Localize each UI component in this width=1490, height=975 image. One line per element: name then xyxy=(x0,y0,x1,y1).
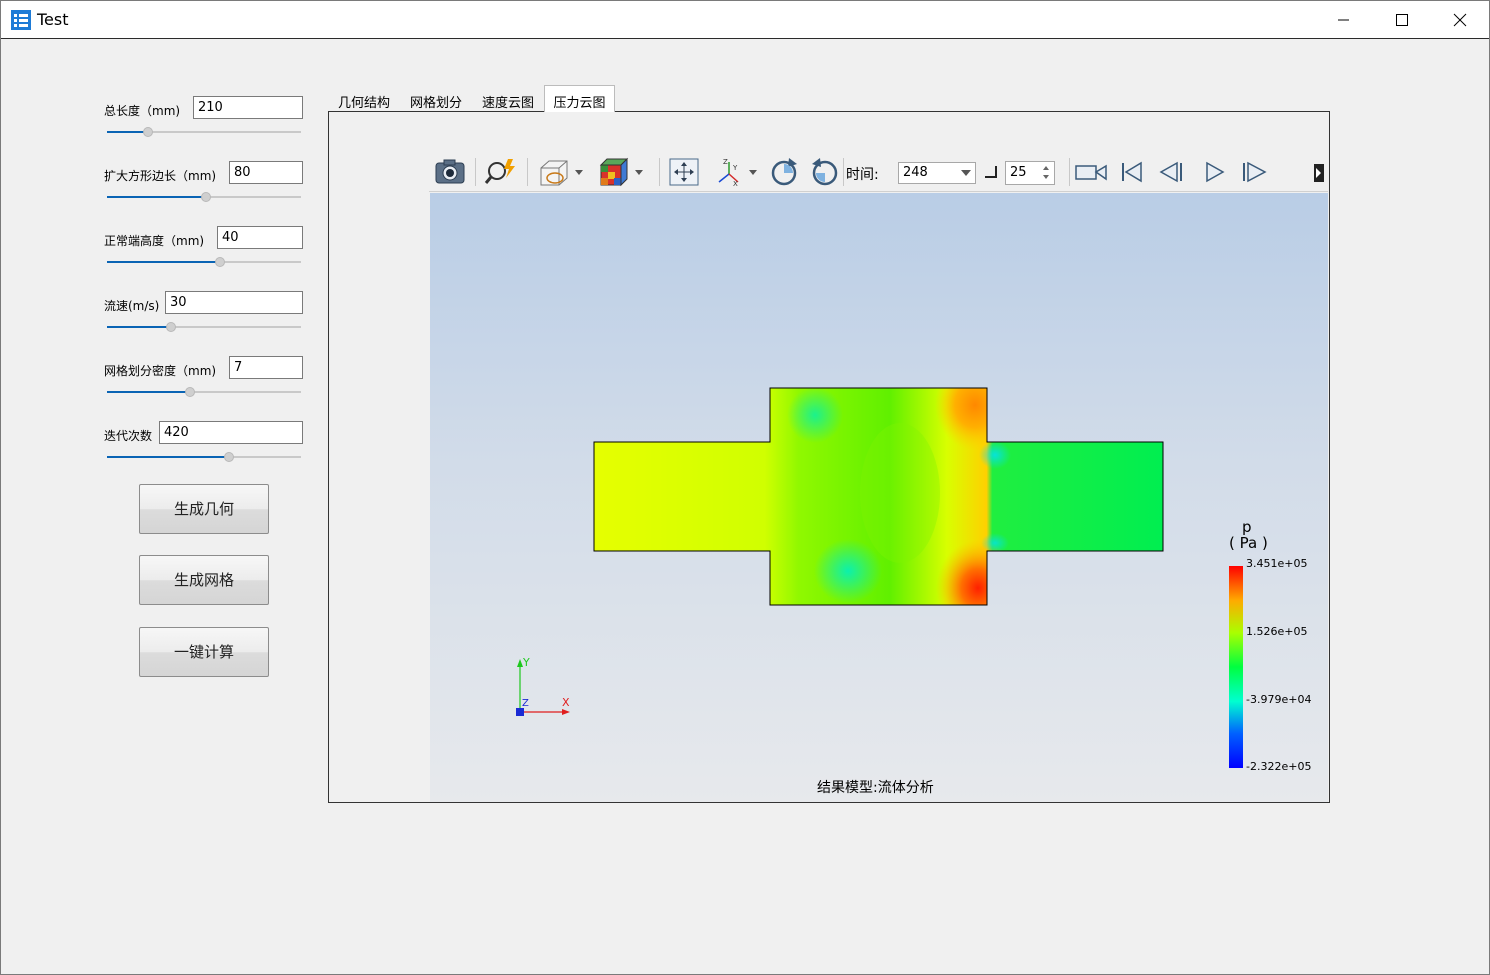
rotate-cw-icon[interactable] xyxy=(767,156,801,188)
camera-icon[interactable] xyxy=(433,156,467,188)
param-label-mesh-density: 网格划分密度（mm) xyxy=(104,364,217,378)
axis-y-label: Y xyxy=(522,656,530,669)
colorbar-tick-min: -2.322e+05 xyxy=(1246,760,1312,773)
minimize-button[interactable] xyxy=(1314,1,1372,39)
rotate-ccw-icon[interactable] xyxy=(808,156,842,188)
colorbar-var: p xyxy=(1242,518,1252,536)
iterations-input[interactable]: 420 xyxy=(159,421,303,444)
chevron-down-icon xyxy=(961,170,971,176)
toolbar-separator xyxy=(659,158,660,186)
app-window: Test 总长度（mm) 210 扩大方形边长（mm) 80 正常端高度（mm)… xyxy=(0,0,1490,975)
square-side-slider[interactable] xyxy=(107,191,301,203)
colorbar xyxy=(1229,566,1243,768)
param-label-end-height: 正常端高度（mm) xyxy=(104,234,205,248)
svg-text:Y: Y xyxy=(732,164,738,172)
end-height-input[interactable]: 40 xyxy=(217,226,303,249)
slider-thumb[interactable] xyxy=(143,127,153,137)
tab-pressure[interactable]: 压力云图 xyxy=(544,85,615,112)
total-length-slider[interactable] xyxy=(107,126,301,138)
time-value: 248 xyxy=(903,165,928,180)
slider-thumb[interactable] xyxy=(166,322,176,332)
time-label: 时间: xyxy=(846,167,879,183)
toolbar-separator xyxy=(475,158,476,186)
param-label-iterations: 迭代次数 xyxy=(104,429,153,443)
toolbar-overflow-icon[interactable] xyxy=(1313,156,1327,188)
spin-down-icon[interactable] xyxy=(1043,175,1049,179)
toolbar-separator xyxy=(527,158,528,186)
step-checkbox[interactable] xyxy=(985,166,997,178)
total-length-input[interactable]: 210 xyxy=(193,96,303,119)
axes-view-icon[interactable]: ZYX xyxy=(711,156,761,188)
spin-up-icon[interactable] xyxy=(1043,166,1049,170)
mesh-density-slider[interactable] xyxy=(107,386,301,398)
param-label-square-side: 扩大方形边长（mm) xyxy=(104,169,217,183)
svg-text:X: X xyxy=(733,180,738,188)
close-button[interactable] xyxy=(1430,1,1488,39)
generate-geometry-button[interactable]: 生成几何 xyxy=(139,484,269,534)
colorbar-tick: -3.979e+04 xyxy=(1246,693,1312,706)
toolbar-separator xyxy=(1069,158,1070,186)
velocity-input[interactable]: 30 xyxy=(165,291,303,314)
color-cube-icon[interactable] xyxy=(595,156,647,188)
close-icon xyxy=(1453,13,1467,27)
toolbar-separator xyxy=(843,158,844,186)
viewer-toolbar: ZYX 时间: 248 25 xyxy=(429,154,1328,192)
param-label-total-length: 总长度（mm) xyxy=(104,104,181,118)
generate-mesh-button[interactable]: 生成网格 xyxy=(139,555,269,605)
tab-velocity[interactable]: 速度云图 xyxy=(475,87,541,112)
velocity-slider[interactable] xyxy=(107,321,301,333)
colorbar-title: p ( Pa ) xyxy=(1229,519,1269,551)
slider-thumb[interactable] xyxy=(201,192,211,202)
play-icon[interactable] xyxy=(1199,156,1229,188)
zoom-icon[interactable] xyxy=(483,156,521,188)
param-label-velocity: 流速(m/s) xyxy=(104,299,160,313)
first-frame-icon[interactable] xyxy=(1117,156,1147,188)
window-title: Test xyxy=(37,10,69,29)
tab-geometry[interactable]: 几何结构 xyxy=(331,87,397,112)
colorbar-tick: 1.526e+05 xyxy=(1246,625,1308,638)
axes-triad: Y X Z xyxy=(516,656,570,716)
axis-z-label: Z xyxy=(522,698,529,709)
app-icon xyxy=(11,10,31,30)
fit-view-icon[interactable] xyxy=(667,156,701,188)
step-spinbox[interactable]: 25 xyxy=(1005,161,1055,185)
colorbar-unit: ( Pa ) xyxy=(1229,534,1268,552)
maximize-icon xyxy=(1396,14,1408,26)
result-model-label: 结果模型:流体分析 xyxy=(817,780,934,796)
end-height-slider[interactable] xyxy=(107,256,301,268)
svg-text:Z: Z xyxy=(723,158,728,166)
title-bar: Test xyxy=(1,1,1489,39)
iterations-slider[interactable] xyxy=(107,451,301,463)
prev-frame-icon[interactable] xyxy=(1157,156,1187,188)
compute-button[interactable]: 一键计算 xyxy=(139,627,269,677)
axis-x-label: X xyxy=(562,696,570,709)
render-viewport[interactable]: Y X Z xyxy=(430,193,1328,802)
pressure-contour: Y X Z xyxy=(516,387,1243,768)
minimize-icon xyxy=(1338,19,1349,21)
mesh-density-input[interactable]: 7 xyxy=(229,356,303,379)
tab-mesh[interactable]: 网格划分 xyxy=(403,87,469,112)
colorbar-tick-max: 3.451e+05 xyxy=(1246,557,1308,570)
time-select[interactable]: 248 xyxy=(898,162,976,184)
next-frame-icon[interactable] xyxy=(1239,156,1269,188)
display-mode-icon[interactable] xyxy=(535,156,585,188)
slider-thumb[interactable] xyxy=(215,257,225,267)
step-value: 25 xyxy=(1010,165,1027,180)
slider-thumb[interactable] xyxy=(185,387,195,397)
slider-thumb[interactable] xyxy=(224,452,234,462)
record-icon[interactable] xyxy=(1073,156,1109,188)
square-side-input[interactable]: 80 xyxy=(229,161,303,184)
maximize-button[interactable] xyxy=(1372,1,1430,39)
